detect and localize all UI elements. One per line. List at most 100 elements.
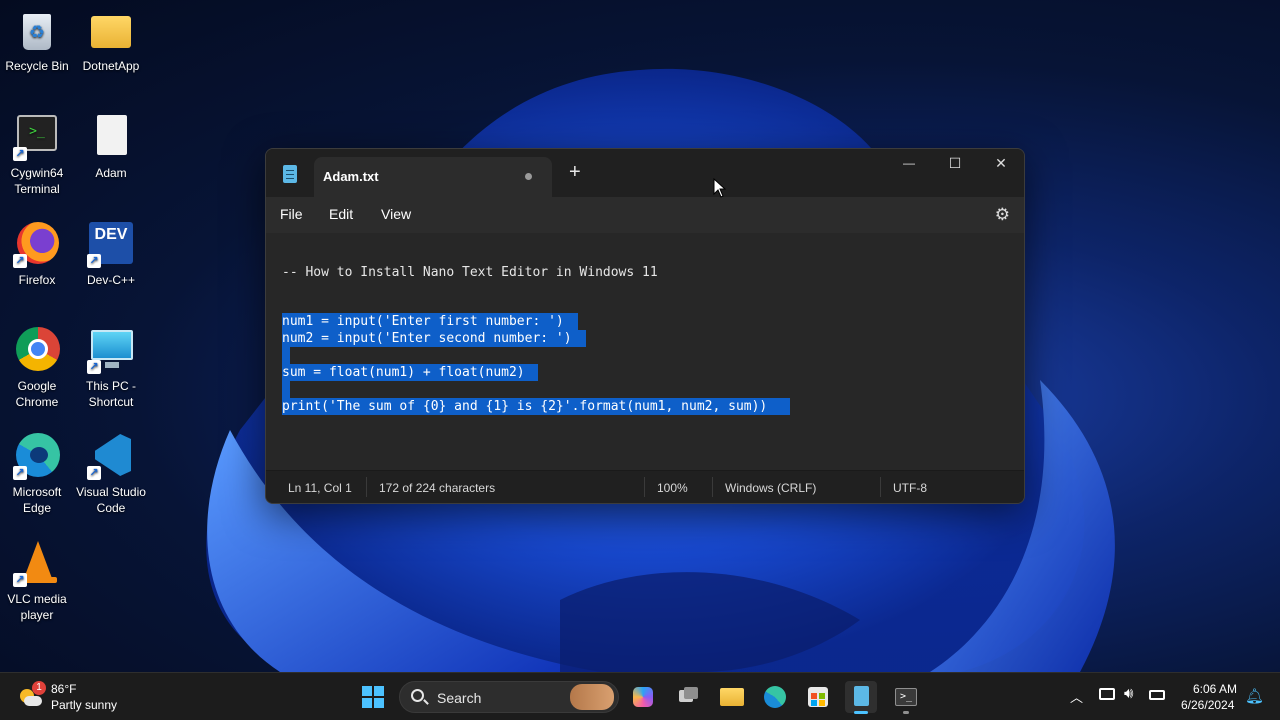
shortcut-arrow-icon: ↗ <box>13 466 27 480</box>
vlc-cone-icon: ↗ <box>13 539 61 587</box>
weather-condition: Partly sunny <box>51 698 118 712</box>
search-label: Search <box>437 690 482 706</box>
menu-file[interactable]: File <box>280 206 303 222</box>
notepad-taskbar-button[interactable] <box>845 681 877 714</box>
desktop-icon-vlc[interactable]: ↗ VLC media player <box>0 539 74 623</box>
terminal-icon: >_ ↗ <box>13 113 61 161</box>
active-indicator <box>854 711 868 714</box>
search-icon <box>411 689 424 702</box>
desktop-icon-adam[interactable]: Adam <box>74 113 148 181</box>
terminal-taskbar-button[interactable]: >_ <box>890 681 922 714</box>
status-separator <box>644 477 645 497</box>
copilot-button[interactable] <box>627 681 659 713</box>
shortcut-arrow-icon: ↗ <box>87 254 101 268</box>
desktop-icon-cygwin[interactable]: >_ ↗ Cygwin64 Terminal <box>0 113 74 197</box>
shortcut-arrow-icon: ↗ <box>13 254 27 268</box>
selected-line: sum = float(num1) + float(num2) <box>282 364 538 381</box>
notepad-icon <box>854 686 869 706</box>
selected-line: num2 = input('Enter second number: ') <box>282 330 586 347</box>
selected-blank-line <box>282 381 290 398</box>
desktop-icon-label: DotnetApp <box>82 59 140 73</box>
battery-icon[interactable] <box>1149 690 1165 700</box>
copilot-icon <box>633 687 653 707</box>
menu-bar: File Edit View ⚙ <box>266 197 1024 233</box>
shortcut-arrow-icon: ↗ <box>13 147 27 161</box>
taskbar-search[interactable]: Search <box>399 681 619 713</box>
desktop-icon-chrome[interactable]: Google Chrome <box>0 326 74 410</box>
edge-icon: ↗ <box>13 432 61 480</box>
firefox-icon: ↗ <box>13 220 61 268</box>
settings-gear-icon[interactable]: ⚙ <box>995 205 1010 225</box>
desktop-icon-label: Adam <box>95 166 127 180</box>
task-view-button[interactable] <box>672 681 704 713</box>
desktop-icon-edge[interactable]: ↗ Microsoft Edge <box>0 432 74 516</box>
volume-icon[interactable]: 🔊︎ <box>1124 685 1133 702</box>
cursor-position: Ln 11, Col 1 <box>288 481 352 495</box>
folder-icon <box>87 6 135 54</box>
desktop-icon-firefox[interactable]: ↗ Firefox <box>0 220 74 288</box>
shortcut-arrow-icon: ↗ <box>13 573 27 587</box>
desktop-icon-label: Firefox <box>18 273 56 287</box>
mouse-pointer-icon <box>713 178 727 198</box>
running-indicator <box>903 711 909 714</box>
unsaved-dot-icon[interactable] <box>525 173 532 180</box>
desktop-icon-dotnetapp[interactable]: DotnetApp <box>74 6 148 74</box>
taskbar: 1 86°F Partly sunny Search >_ ︿ 🔊︎ 6:06 … <box>0 672 1280 720</box>
store-icon <box>808 687 828 707</box>
terminal-icon: >_ <box>895 688 917 706</box>
tab-title: Adam.txt <box>323 169 379 184</box>
status-separator <box>366 477 367 497</box>
notification-bell-icon[interactable]: 🔔︎ <box>1245 687 1264 705</box>
desktop-icon-label: Recycle Bin <box>5 59 69 73</box>
shortcut-arrow-icon: ↗ <box>87 360 101 374</box>
selected-blank-line <box>282 347 290 364</box>
close-button[interactable]: ✕ <box>978 149 1024 181</box>
desktop-icon-this-pc[interactable]: ↗ This PC - Shortcut <box>74 326 148 410</box>
character-count: 172 of 224 characters <box>379 481 496 495</box>
folder-icon <box>720 688 744 706</box>
title-bar[interactable]: Adam.txt + — ☐ ✕ <box>266 149 1024 197</box>
desktop-icon-recycle-bin[interactable]: ♻ Recycle Bin <box>0 6 74 74</box>
windows-logo-icon <box>362 686 384 708</box>
desktop-icon-label: Google Chrome <box>15 379 59 409</box>
notification-badge: 1 <box>32 681 46 695</box>
desktop-icon-label: Visual Studio Code <box>76 485 146 515</box>
zoom-level[interactable]: 100% <box>657 481 688 495</box>
show-hidden-icons-chevron-icon[interactable]: ︿ <box>1070 687 1083 706</box>
desktop-icon-label: VLC media player <box>7 592 67 622</box>
desktop-icon-vscode[interactable]: ↗ Visual Studio Code <box>74 432 148 516</box>
minimize-button[interactable]: — <box>886 149 932 181</box>
edge-taskbar-button[interactable] <box>759 681 791 713</box>
vscode-icon: ↗ <box>87 432 135 480</box>
network-icon[interactable] <box>1099 688 1115 700</box>
line-ending[interactable]: Windows (CRLF) <box>725 481 816 495</box>
notepad-app-icon <box>283 165 297 183</box>
shortcut-arrow-icon: ↗ <box>87 466 101 480</box>
tab-adam-txt[interactable]: Adam.txt <box>314 157 552 197</box>
monitor-icon: ↗ <box>87 326 135 374</box>
notepad-window[interactable]: Adam.txt + — ☐ ✕ File Edit View ⚙ -- How… <box>265 148 1025 504</box>
start-button[interactable] <box>357 681 389 713</box>
menu-view[interactable]: View <box>381 206 411 222</box>
dev-cpp-icon: DEV ↗ <box>87 220 135 268</box>
selected-line: num1 = input('Enter first number: ') <box>282 313 578 330</box>
maximize-button[interactable]: ☐ <box>932 149 978 181</box>
status-separator <box>880 477 881 497</box>
encoding[interactable]: UTF-8 <box>893 481 927 495</box>
recycle-bin-icon: ♻ <box>13 6 61 54</box>
text-line: -- How to Install Nano Text Editor in Wi… <box>282 265 658 280</box>
clock-date[interactable]: 6/26/2024 <box>1181 698 1234 712</box>
desktop-icon-devcpp[interactable]: DEV ↗ Dev-C++ <box>74 220 148 288</box>
store-button[interactable] <box>802 681 834 713</box>
menu-edit[interactable]: Edit <box>329 206 353 222</box>
new-tab-button[interactable]: + <box>569 162 581 182</box>
text-file-icon <box>87 113 135 161</box>
selected-line: print('The sum of {0} and {1} is {2}'.fo… <box>282 398 790 415</box>
text-editor[interactable]: -- How to Install Nano Text Editor in Wi… <box>266 233 1024 472</box>
file-explorer-button[interactable] <box>716 681 748 713</box>
chrome-icon <box>13 326 61 374</box>
clock-time[interactable]: 6:06 AM <box>1193 682 1237 696</box>
search-highlight-image <box>570 684 614 710</box>
status-bar: Ln 11, Col 1 172 of 224 characters 100% … <box>266 470 1024 503</box>
desktop-icon-label: This PC - Shortcut <box>85 379 136 409</box>
